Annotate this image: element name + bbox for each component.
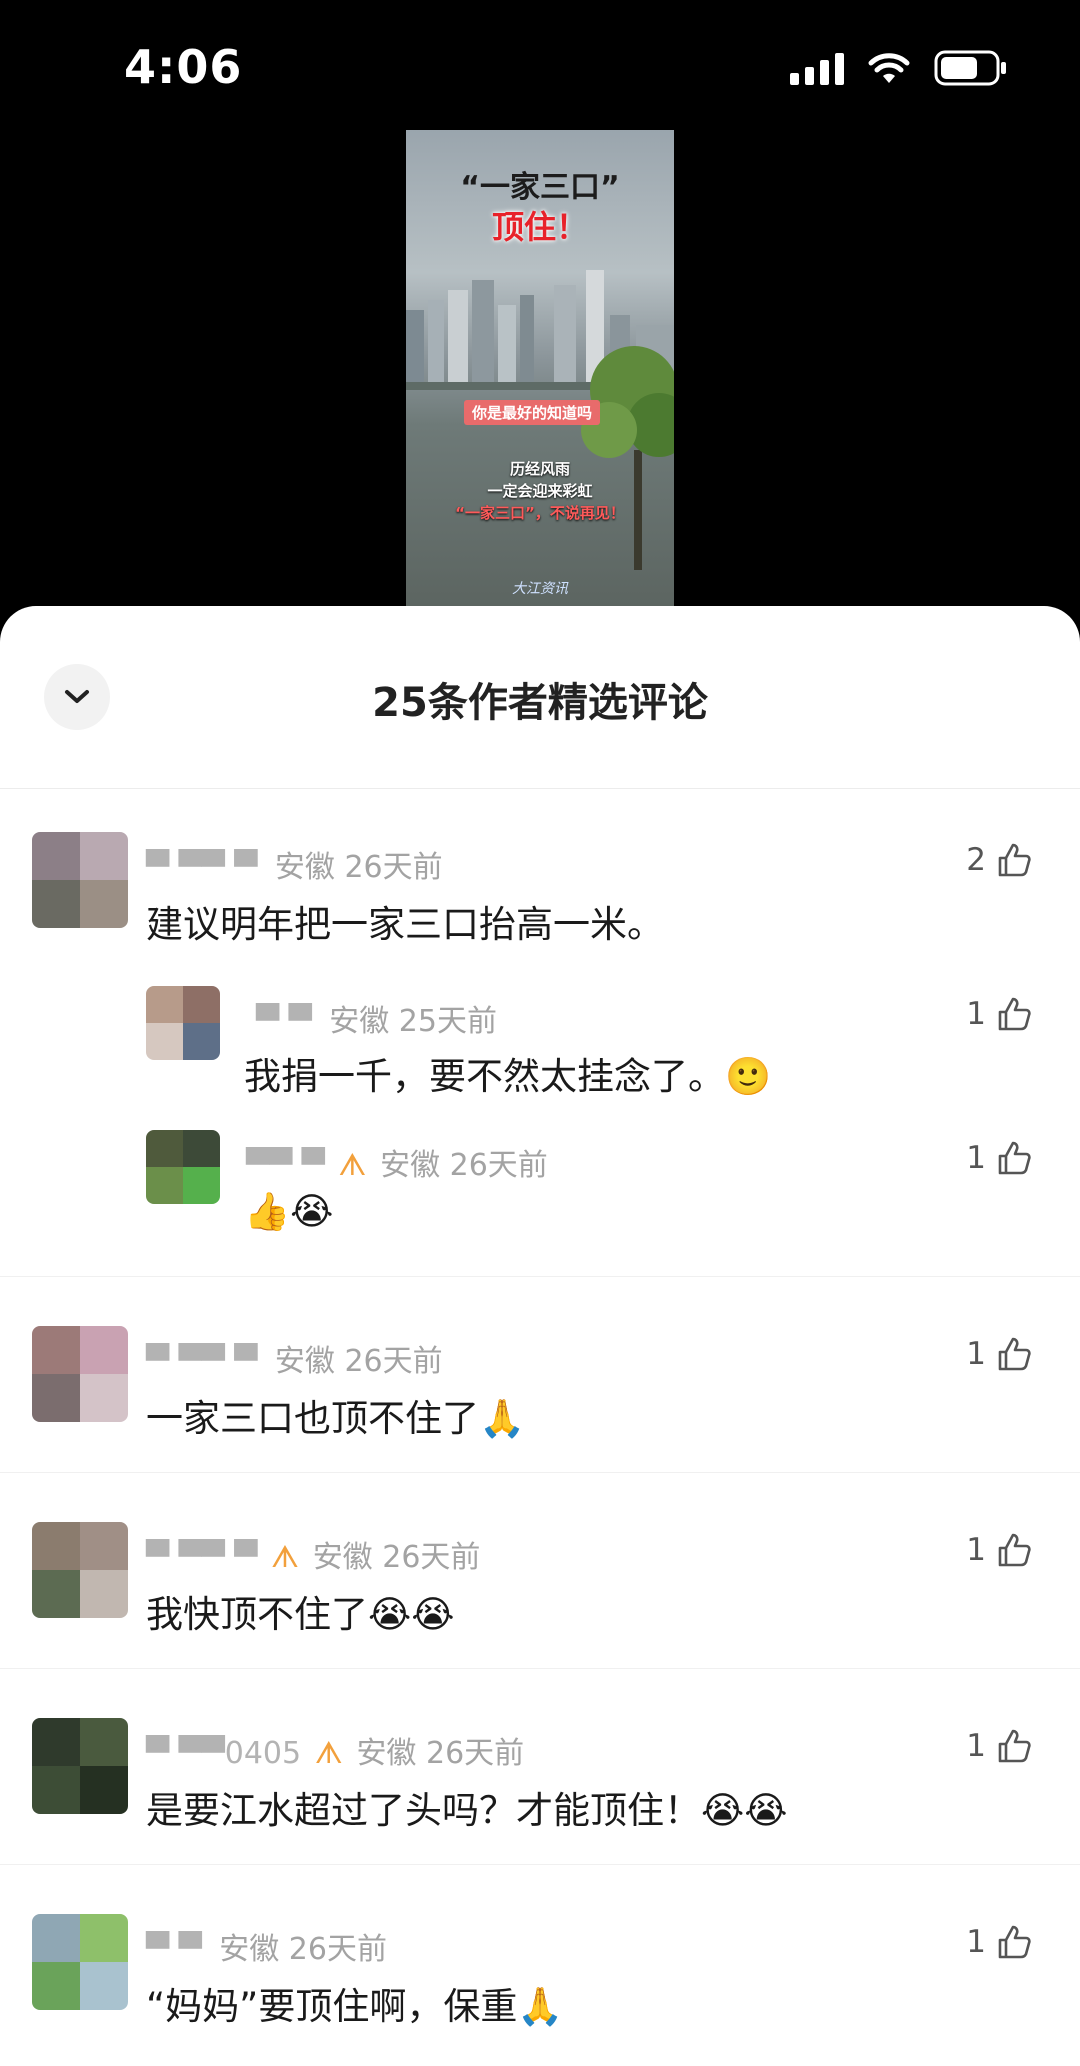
video-title-line1: “一家三口”	[460, 170, 620, 205]
user-badge-icon: ᗑ	[338, 1148, 367, 1183]
video-title-line2: 顶住！	[491, 208, 588, 246]
username[interactable]: ▀ ▀▀0405	[146, 1736, 301, 1771]
username[interactable]: ▀ ▀▀ ▀	[146, 1344, 257, 1379]
like-button[interactable]: 2	[966, 842, 1032, 878]
comment-meta: ▀ ▀▀ ▀ 安徽 26天前	[146, 842, 443, 886]
status-icons	[790, 50, 1008, 86]
like-count: 2	[966, 842, 986, 878]
cellular-signal-icon	[790, 51, 844, 85]
tree-illustration	[581, 346, 674, 570]
username[interactable]: ▀ ▀	[146, 1932, 202, 1967]
comment-text: 我快顶不住了😭😭	[146, 1593, 455, 1636]
like-count: 1	[966, 1140, 986, 1176]
timestamp: 26天前	[288, 1932, 387, 1967]
like-count: 1	[966, 1532, 986, 1568]
like-button[interactable]: 1	[966, 1924, 1032, 1960]
video-caption-1: 历经风雨	[509, 460, 570, 478]
location: 安徽	[274, 850, 335, 885]
thumbs-up-icon	[998, 843, 1031, 877]
comments-panel: 25条作者精选评论 ▀ ▀▀ ▀ 安徽 26天前 建议明年把一家三口抬高一米。 …	[0, 606, 1080, 2066]
avatar[interactable]	[32, 1914, 128, 2010]
timestamp: 26天前	[425, 1736, 525, 1771]
timestamp: 26天前	[344, 1344, 443, 1379]
username[interactable]: ▀ ▀▀ ▀	[146, 1540, 257, 1575]
comment-text: 是要江水超过了头吗？才能顶住！😭😭	[146, 1789, 788, 1832]
like-count: 1	[966, 1728, 986, 1764]
status-bar: 4:06	[0, 0, 1080, 140]
divider	[0, 1472, 1080, 1473]
thumbs-up-icon	[998, 1729, 1031, 1763]
comment-text: 👍😭	[244, 1190, 334, 1233]
location: 安徽	[312, 1540, 373, 1575]
avatar[interactable]	[146, 1130, 220, 1204]
divider	[0, 1864, 1080, 1865]
video-logo: 大江资讯	[512, 581, 568, 597]
comment-meta: ▀ ▀▀ ▀ ᗑ 安徽 26天前	[146, 1532, 480, 1576]
divider	[0, 1668, 1080, 1669]
thumbs-up-icon	[998, 1533, 1031, 1567]
like-count: 1	[966, 1336, 986, 1372]
avatar[interactable]	[32, 1326, 128, 1422]
like-button[interactable]: 1	[966, 1336, 1032, 1372]
video-thumbnail[interactable]: “一家三口” 顶住！ 你是最好的知道吗 历经风雨 一定会迎来彩虹 “一家三口”，…	[406, 130, 674, 606]
like-button[interactable]: 1	[966, 1140, 1032, 1176]
like-count: 1	[966, 996, 986, 1032]
avatar[interactable]	[32, 1718, 128, 1814]
panel-title: 25条作者精选评论	[372, 680, 708, 726]
comment-text: 建议明年把一家三口抬高一米。	[146, 903, 664, 946]
thumbs-up-icon	[998, 1337, 1031, 1371]
location: 安徽	[274, 1344, 335, 1379]
comment-text: 我捐一千，要不然太挂念了。🙂	[244, 1055, 772, 1098]
divider	[0, 1276, 1080, 1277]
thumbs-up-icon	[998, 1141, 1031, 1175]
username[interactable]: ▀ ▀▀ ▀	[146, 850, 257, 885]
avatar[interactable]	[146, 986, 220, 1060]
comment-text: “妈妈”要顶住啊，保重🙏	[146, 1985, 564, 2028]
avatar[interactable]	[32, 1522, 128, 1618]
user-badge-icon: ᗑ	[314, 1736, 343, 1771]
like-button[interactable]: 1	[966, 996, 1032, 1032]
video-mid-caption: 你是最好的知道吗	[464, 400, 601, 425]
comment-meta: ▀ ▀▀ ▀ 安徽 26天前	[146, 1336, 443, 1380]
video-caption-2: 一定会迎来彩虹	[487, 482, 593, 500]
like-button[interactable]: 1	[966, 1728, 1032, 1764]
username[interactable]: ▀▀ ▀	[246, 1148, 325, 1183]
comment-meta: ▀▀ ▀ ᗑ 安徽 26天前	[246, 1140, 548, 1184]
battery-icon	[934, 50, 1008, 86]
like-button[interactable]: 1	[966, 1532, 1032, 1568]
location: 安徽	[380, 1148, 441, 1183]
avatar[interactable]	[32, 832, 128, 928]
location: 安徽	[356, 1736, 417, 1771]
comment-text: 一家三口也顶不住了🙏	[146, 1397, 526, 1440]
status-time: 4:06	[124, 40, 243, 94]
username[interactable]: ▀ ▀	[256, 1004, 312, 1039]
comment-meta: ▀ ▀▀0405 ᗑ 安徽 26天前	[146, 1728, 524, 1772]
thumbs-up-icon	[998, 1925, 1031, 1959]
comment-meta: ▀ ▀ 安徽 26天前	[146, 1924, 387, 1968]
timestamp: 26天前	[344, 850, 443, 885]
user-badge-icon: ᗑ	[270, 1540, 300, 1575]
timestamp: 26天前	[382, 1540, 481, 1575]
timestamp: 25天前	[398, 1004, 497, 1039]
comment-meta: ▀ ▀ 安徽 25天前	[256, 996, 497, 1040]
divider	[0, 788, 1080, 789]
wifi-icon	[868, 51, 910, 85]
video-caption-3: “一家三口”，不说再见！	[455, 504, 625, 522]
location: 安徽	[329, 1004, 390, 1039]
location: 安徽	[219, 1932, 280, 1967]
timestamp: 26天前	[449, 1148, 548, 1183]
thumbs-up-icon	[998, 997, 1031, 1031]
like-count: 1	[966, 1924, 986, 1960]
